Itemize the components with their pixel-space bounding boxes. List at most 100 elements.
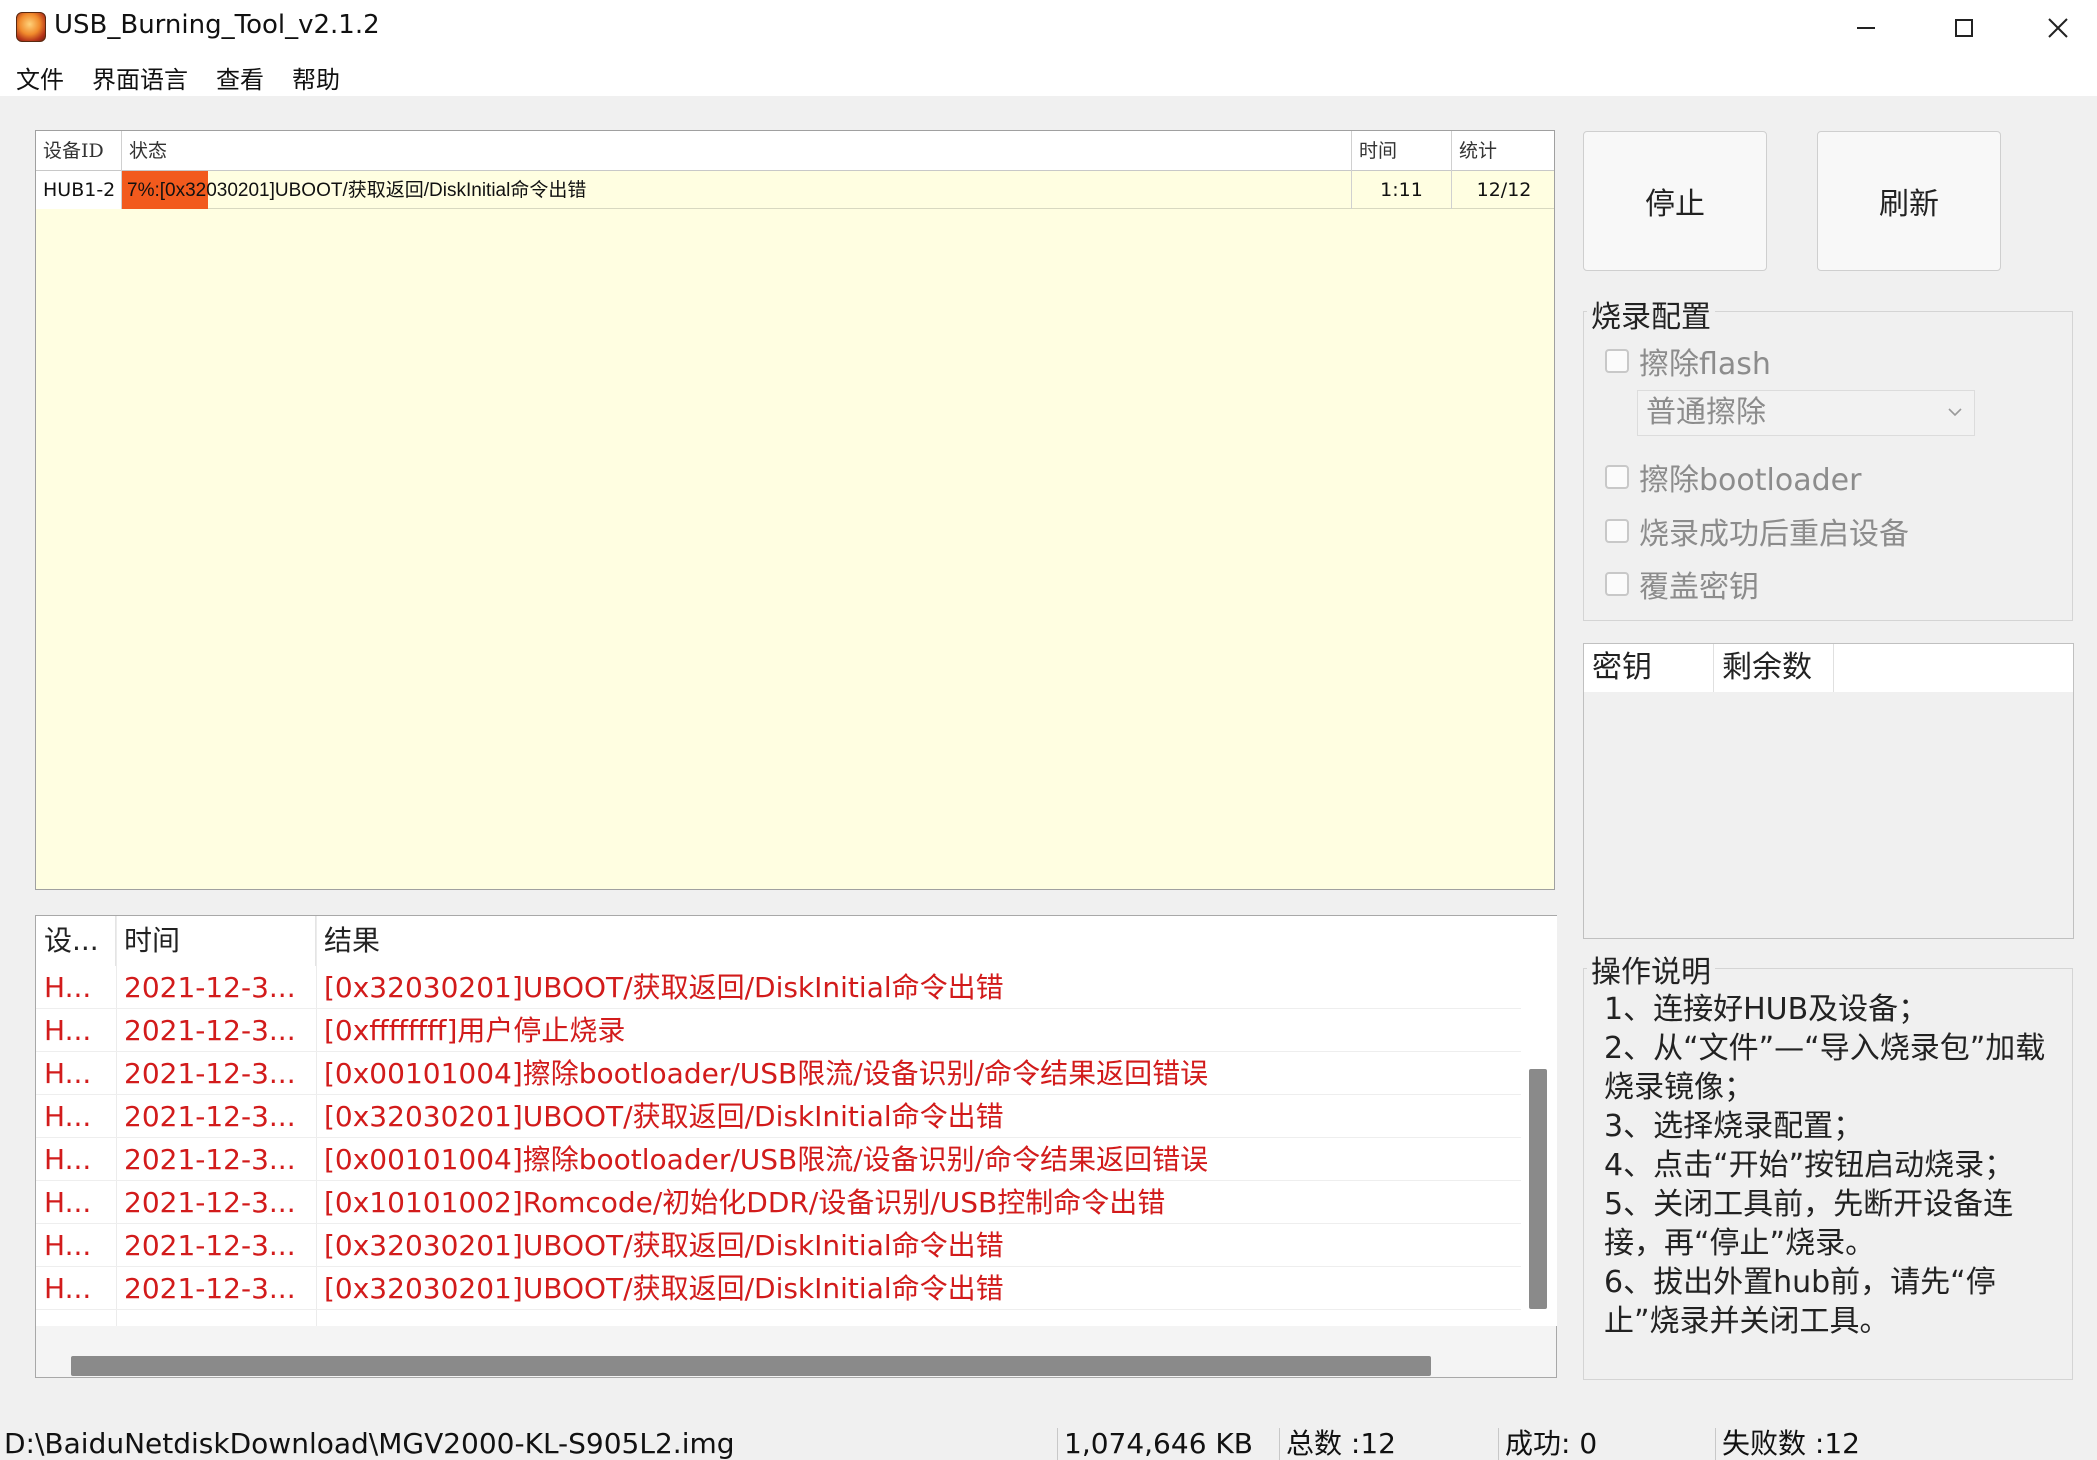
header-status[interactable]: 状态	[122, 131, 1352, 171]
log-result: [0x10101002]Romcode/初始化DDR/设备识别/USB控制命令出…	[324, 1186, 1166, 1219]
key-table-header: 密钥 剩余数	[1584, 644, 2073, 692]
log-table[interactable]: 设... 时间 结果 H... 2021-12-3... [0x32030201]U…	[35, 915, 1557, 1378]
success-count: 成功: 0	[1498, 1428, 1715, 1460]
header-device-id[interactable]: 设备ID	[36, 131, 122, 171]
log-result: [0x32030201]UBOOT/获取返回/DiskInitial命令出错	[324, 971, 1004, 1004]
header-time[interactable]: 时间	[1352, 131, 1452, 171]
instruction-step: 2、从“文件”—“导入烧录包”加载烧录镜像；	[1604, 1031, 2046, 1105]
log-result: [0x00101004]擦除bootloader/USB限流/设备识别/命令结果…	[324, 1057, 1209, 1090]
menu-view[interactable]: 查看	[216, 60, 264, 95]
header-stats[interactable]: 统计	[1452, 131, 1556, 171]
menu-help[interactable]: 帮助	[292, 60, 340, 95]
log-row[interactable]: H... 2021-12-3... [0xffffffff]用户停止烧录	[36, 1009, 1521, 1052]
fail-count: 失败数 :12	[1715, 1428, 2097, 1460]
stop-button[interactable]: 停止	[1583, 131, 1767, 271]
log-device: H...	[44, 1272, 92, 1305]
log-result: [0x32030201]UBOOT/获取返回/DiskInitial命令出错	[324, 1100, 1004, 1133]
erase-bootloader-checkbox[interactable]	[1605, 465, 1629, 489]
menu-file[interactable]: 文件	[16, 60, 64, 95]
image-path: D:\BaiduNetdiskDownload\MGV2000-KL-S905L…	[4, 1428, 735, 1460]
menu-bar: 文件 界面语言 查看 帮助	[0, 56, 2097, 96]
log-result: [0x32030201]UBOOT/获取返回/DiskInitial命令出错	[324, 1272, 1004, 1305]
erase-bootloader-option[interactable]: 擦除bootloader	[1605, 460, 1861, 498]
instruction-step: 6、拔出外置hub前，请先“停止”烧录并关闭工具。	[1604, 1265, 1996, 1339]
log-header-device[interactable]: 设...	[36, 916, 116, 966]
burn-config-title: 烧录配置	[1587, 292, 1715, 336]
key-table[interactable]: 密钥 剩余数	[1583, 643, 2074, 939]
key-header-remaining[interactable]: 剩余数	[1714, 644, 1834, 692]
overwrite-key-label: 覆盖密钥	[1639, 570, 1759, 605]
log-result: [0x32030201]UBOOT/获取返回/DiskInitial命令出错	[324, 1229, 1004, 1262]
log-time: 2021-12-3...	[124, 1057, 296, 1090]
device-id: HUB1-2	[36, 171, 122, 209]
log-time: 2021-12-3...	[124, 971, 296, 1004]
log-row[interactable]: H... 2021-12-3... [0x32030201]UBOOT/获取返回/D…	[36, 966, 1521, 1009]
log-time: 2021-12-3...	[124, 1229, 296, 1262]
app-icon	[16, 12, 46, 42]
log-time: 2021-12-3...	[124, 1014, 296, 1047]
log-row[interactable]: H... 2021-12-3... [0x32030201]UBOOT/获取返回/D…	[36, 1095, 1521, 1138]
instructions-text: 1、连接好HUB及设备； 2、从“文件”—“导入烧录包”加载烧录镜像； 3、选择…	[1604, 990, 2066, 1341]
instruction-step: 5、关闭工具前，先断开设备连接，再“停止”烧录。	[1604, 1187, 2014, 1261]
log-rows: H... 2021-12-3... [0x32030201]UBOOT/获取返回/D…	[36, 966, 1521, 1353]
log-header-result[interactable]: 结果	[316, 916, 1516, 966]
vertical-scrollbar-thumb[interactable]	[1529, 1069, 1547, 1309]
close-icon	[2048, 18, 2068, 38]
log-row[interactable]: H... 2021-12-3... [0x10101002]Romcode/初始化D…	[36, 1181, 1521, 1224]
log-result: [0xffffffff]用户停止烧录	[324, 1014, 626, 1047]
maximize-button[interactable]	[1918, 0, 2010, 56]
log-device: H...	[44, 1143, 92, 1176]
reboot-after-label: 烧录成功后重启设备	[1639, 517, 1909, 552]
erase-bootloader-label: 擦除bootloader	[1639, 463, 1862, 498]
key-header-key[interactable]: 密钥	[1584, 644, 1714, 692]
erase-mode-select[interactable]: 普通擦除	[1637, 390, 1975, 436]
minimize-icon	[1857, 27, 1875, 29]
title-bar: USB_Burning_Tool_v2.1.2	[0, 0, 2097, 56]
log-table-header: 设... 时间 结果	[36, 916, 1521, 966]
log-header-time[interactable]: 时间	[116, 916, 316, 966]
instructions-title: 操作说明	[1587, 947, 1715, 991]
window-title: USB_Burning_Tool_v2.1.2	[54, 10, 380, 40]
refresh-button[interactable]: 刷新	[1817, 131, 2001, 271]
device-table[interactable]: 设备ID 状态 时间 统计 HUB1-2 7%:[0x32030201]UBOO…	[35, 130, 1555, 890]
erase-mode-value: 普通擦除	[1646, 395, 1766, 430]
log-row[interactable]: H... 2021-12-3... [0x00101004]擦除bootloader…	[36, 1052, 1521, 1095]
instruction-step: 1、连接好HUB及设备；	[1604, 992, 1929, 1027]
erase-flash-label: 擦除flash	[1639, 347, 1771, 382]
minimize-button[interactable]	[1820, 0, 1912, 56]
device-table-header: 设备ID 状态 时间 统计	[36, 131, 1554, 171]
chevron-down-icon	[1948, 408, 1962, 417]
log-device: H...	[44, 1229, 92, 1262]
close-button[interactable]	[2012, 0, 2097, 56]
maximize-icon	[1955, 19, 1973, 37]
reboot-after-checkbox[interactable]	[1605, 519, 1629, 543]
log-time: 2021-12-3...	[124, 1143, 296, 1176]
instruction-step: 4、点击“开始”按钮启动烧录；	[1604, 1148, 2015, 1183]
device-status-text: 7%:[0x32030201]UBOOT/获取返回/DiskInitial命令出…	[127, 179, 587, 201]
device-status: 7%:[0x32030201]UBOOT/获取返回/DiskInitial命令出…	[122, 171, 1352, 209]
log-row[interactable]: H... 2021-12-3... [0x32030201]UBOOT/获取返回/D…	[36, 1224, 1521, 1267]
log-row[interactable]: H... 2021-12-3... [0x00101004]擦除bootloader…	[36, 1138, 1521, 1181]
overwrite-key-checkbox[interactable]	[1605, 572, 1629, 596]
erase-flash-option[interactable]: 擦除flash	[1605, 344, 1771, 382]
log-device: H...	[44, 971, 92, 1004]
instruction-step: 3、选择烧录配置；	[1604, 1109, 1864, 1144]
log-result: [0x00101004]擦除bootloader/USB限流/设备识别/命令结果…	[324, 1143, 1209, 1176]
device-stats: 12/12	[1476, 179, 1532, 201]
total-count: 总数 :12	[1279, 1428, 1498, 1460]
reboot-after-option[interactable]: 烧录成功后重启设备	[1605, 514, 1909, 552]
horizontal-scrollbar-thumb[interactable]	[71, 1356, 1431, 1376]
log-time: 2021-12-3...	[124, 1100, 296, 1133]
device-row[interactable]: HUB1-2 7%:[0x32030201]UBOOT/获取返回/DiskIni…	[36, 171, 1554, 209]
erase-flash-checkbox[interactable]	[1605, 349, 1629, 373]
log-time: 2021-12-3...	[124, 1272, 296, 1305]
device-elapsed-time: 1:11	[1352, 171, 1452, 209]
status-bar: D:\BaiduNetdiskDownload\MGV2000-KL-S905L…	[0, 1428, 2097, 1460]
menu-language[interactable]: 界面语言	[92, 60, 188, 95]
log-device: H...	[44, 1100, 92, 1133]
log-device: H...	[44, 1057, 92, 1090]
log-device: H...	[44, 1186, 92, 1219]
image-size: 1,074,646 KB	[1057, 1428, 1279, 1460]
log-row[interactable]: H... 2021-12-3... [0x32030201]UBOOT/获取返回/D…	[36, 1267, 1521, 1310]
overwrite-key-option[interactable]: 覆盖密钥	[1605, 567, 1759, 605]
